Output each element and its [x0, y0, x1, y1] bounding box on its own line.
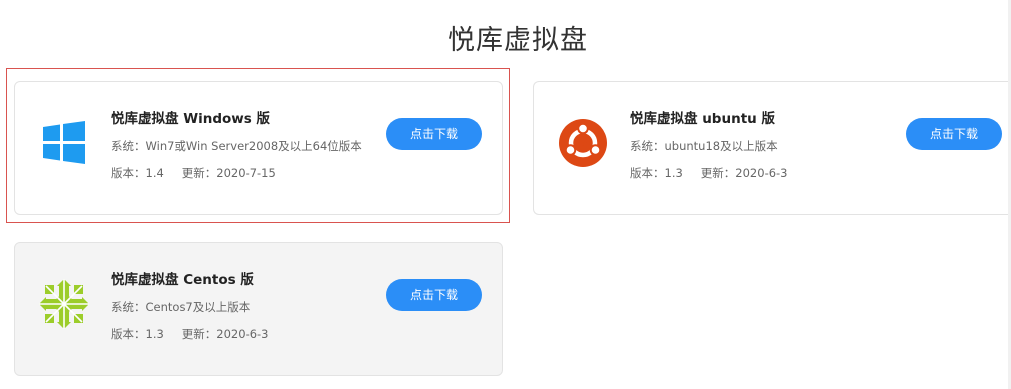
- card-info: 悦库虚拟盘 Windows 版 系统：Win7或Win Server2008及以…: [111, 107, 362, 192]
- card-title: 悦库虚拟盘 Windows 版: [111, 111, 270, 127]
- version-line: 版本：1.4 更新：2020-7-15: [111, 165, 362, 181]
- version-label: 版本：1.4: [111, 166, 164, 180]
- version-label: 版本：1.3: [111, 327, 164, 341]
- card-centos: 悦库虚拟盘 Centos 版 系统：Centos7及以上版本 版本：1.3 更新：…: [14, 242, 503, 376]
- version-line: 版本：1.3 更新：2020-6-3: [630, 165, 788, 181]
- card-windows: 悦库虚拟盘 Windows 版 系统：Win7或Win Server2008及以…: [14, 81, 503, 215]
- system-requirement: 系统：Centos7及以上版本: [111, 300, 251, 314]
- page-title: 悦库虚拟盘: [448, 25, 588, 56]
- card-info: 悦库虚拟盘 Centos 版 系统：Centos7及以上版本 版本：1.3 更新：…: [111, 268, 269, 353]
- download-button-windows[interactable]: 点击下载: [386, 118, 482, 150]
- windows-logo-icon: [43, 121, 85, 164]
- updated-label: 更新：2020-6-3: [181, 327, 269, 341]
- version-label: 版本：1.3: [630, 166, 683, 180]
- card-info: 悦库虚拟盘 ubuntu 版 系统：ubuntu18及以上版本 版本：1.3 更新…: [630, 107, 788, 192]
- system-requirement: 系统：Win7或Win Server2008及以上64位版本: [111, 139, 362, 153]
- updated-label: 更新：2020-7-15: [181, 166, 276, 180]
- card-title: 悦库虚拟盘 Centos 版: [111, 272, 254, 288]
- download-button-centos[interactable]: 点击下载: [386, 279, 482, 311]
- updated-label: 更新：2020-6-3: [700, 166, 788, 180]
- card-title: 悦库虚拟盘 ubuntu 版: [630, 111, 775, 127]
- centos-logo-icon: [39, 279, 89, 329]
- download-page: 悦库虚拟盘 悦库虚拟盘 Windows 版 系统：Win7或Win Server…: [0, 0, 1011, 389]
- system-requirement: 系统：ubuntu18及以上版本: [630, 139, 778, 153]
- version-line: 版本：1.3 更新：2020-6-3: [111, 326, 269, 342]
- card-ubuntu: 悦库虚拟盘 ubuntu 版 系统：ubuntu18及以上版本 版本：1.3 更新…: [533, 81, 1011, 215]
- download-button-ubuntu[interactable]: 点击下载: [906, 118, 1002, 150]
- ubuntu-logo-icon: [559, 119, 607, 167]
